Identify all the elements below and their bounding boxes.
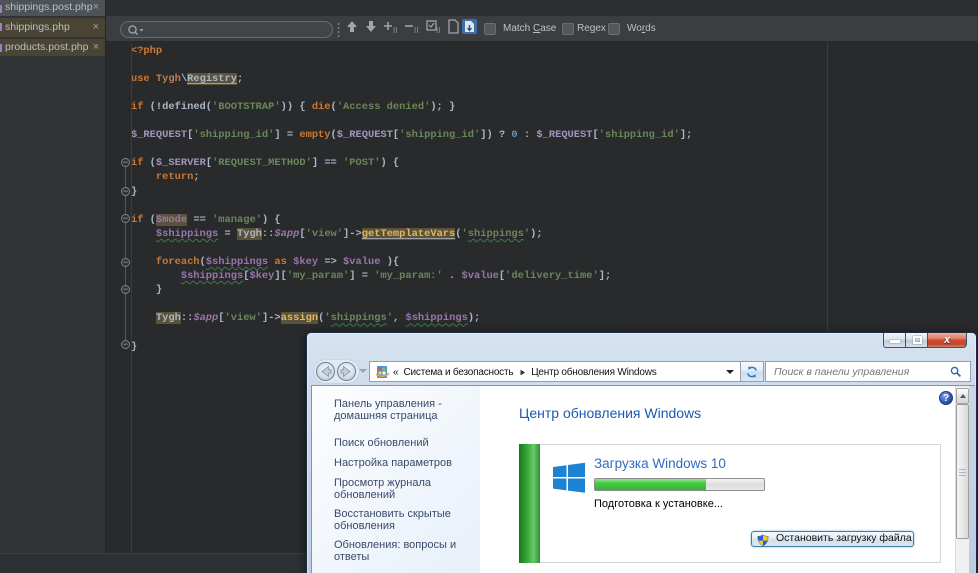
svg-text:II: II xyxy=(436,26,440,34)
svg-text:II: II xyxy=(414,26,418,34)
svg-text:II: II xyxy=(393,26,397,34)
